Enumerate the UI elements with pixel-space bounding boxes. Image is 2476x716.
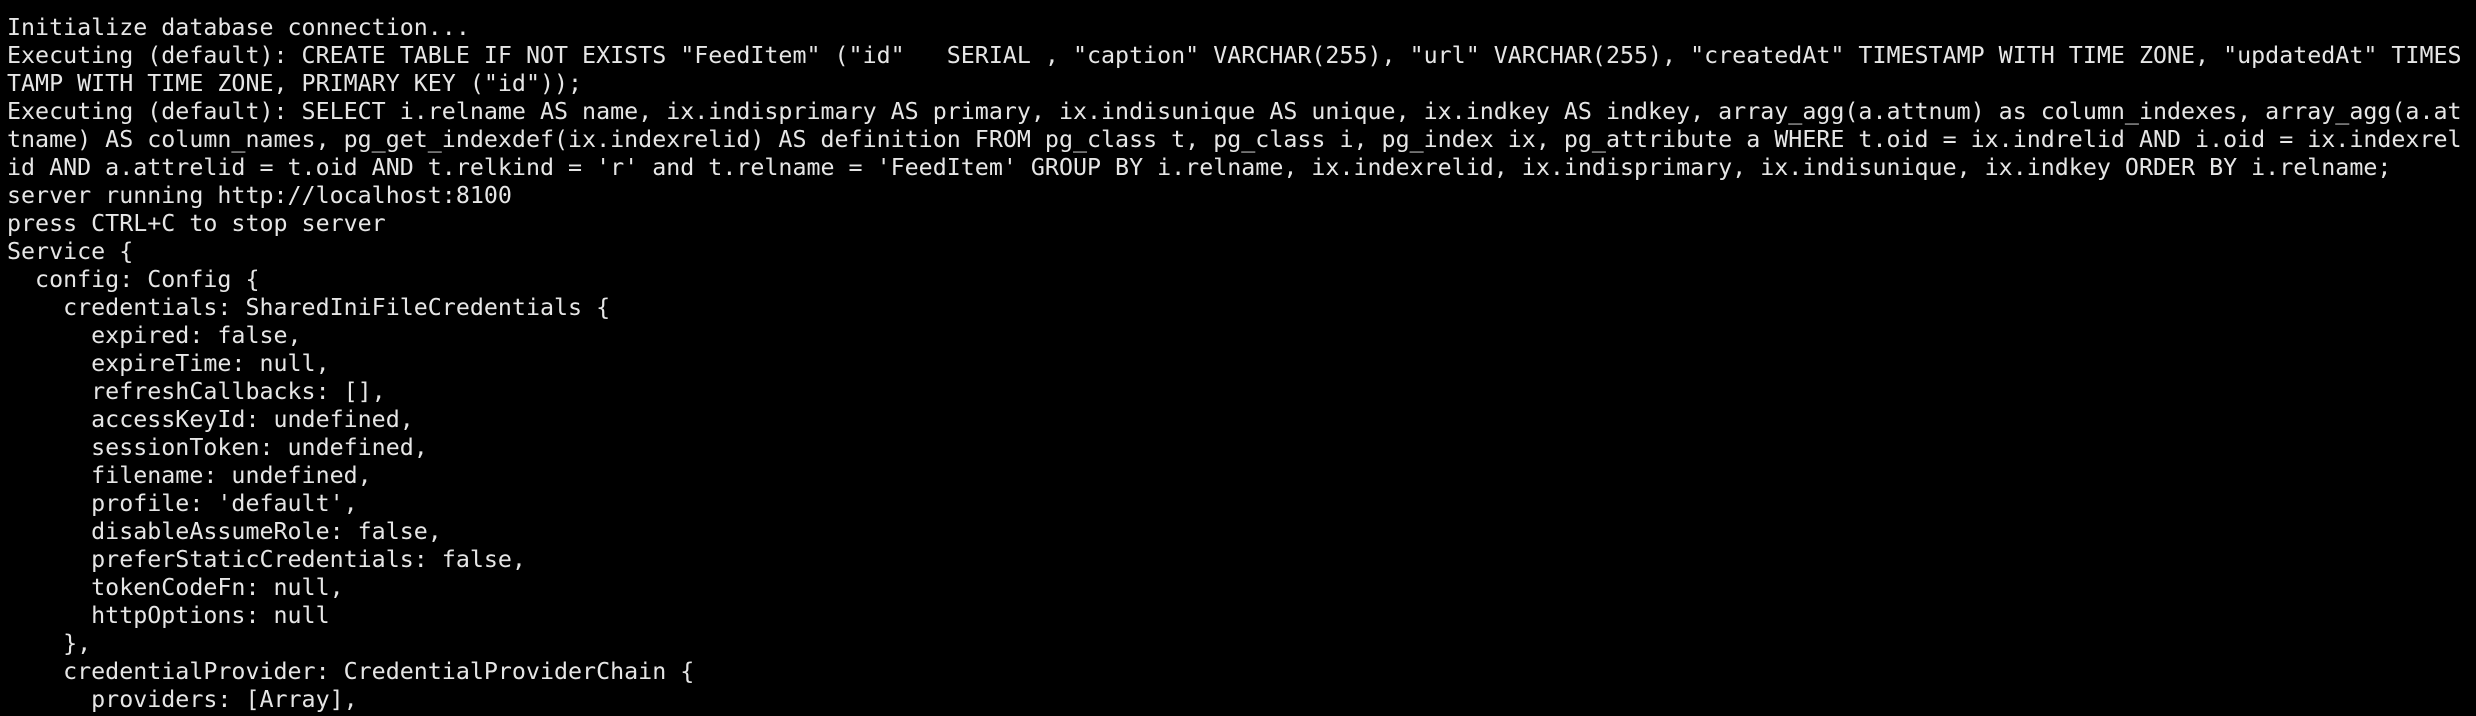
terminal-line: credentials: SharedIniFileCredentials { bbox=[7, 294, 611, 321]
terminal-line: profile: 'default', bbox=[7, 490, 358, 517]
terminal-line: accessKeyId: undefined, bbox=[7, 406, 414, 433]
terminal-line: tname) AS column_names, pg_get_indexdef(… bbox=[7, 126, 2462, 153]
terminal-line: Executing (default): CREATE TABLE IF NOT… bbox=[7, 42, 2462, 69]
terminal-line: refreshCallbacks: [], bbox=[7, 378, 386, 405]
terminal-line: disableAssumeRole: false, bbox=[7, 518, 442, 545]
terminal-line: credentialProvider: CredentialProviderCh… bbox=[7, 658, 695, 685]
terminal-line: expireTime: null, bbox=[7, 350, 330, 377]
terminal-line: expired: false, bbox=[7, 322, 302, 349]
terminal-line: tokenCodeFn: null, bbox=[7, 574, 344, 601]
terminal-line: httpOptions: null bbox=[7, 602, 330, 629]
terminal-line: server running http://localhost:8100 bbox=[7, 182, 512, 209]
terminal-line: Initialize database connection... bbox=[7, 14, 470, 41]
terminal-line: id AND a.attrelid = t.oid AND t.relkind … bbox=[7, 154, 2392, 181]
terminal-output[interactable]: Initialize database connection... Execut… bbox=[0, 0, 2476, 716]
terminal-line: TAMP WITH TIME ZONE, PRIMARY KEY ("id"))… bbox=[7, 70, 583, 97]
terminal-line: Service { bbox=[7, 238, 134, 265]
terminal-line: Executing (default): SELECT i.relname AS… bbox=[7, 98, 2462, 125]
terminal-line: preferStaticCredentials: false, bbox=[7, 546, 526, 573]
terminal-line: config: Config { bbox=[7, 266, 260, 293]
terminal-line: press CTRL+C to stop server bbox=[7, 210, 386, 237]
terminal-line: }, bbox=[7, 630, 92, 657]
terminal-line: providers: [Array], bbox=[7, 686, 358, 713]
terminal-line: sessionToken: undefined, bbox=[7, 434, 428, 461]
terminal-line: filename: undefined, bbox=[7, 462, 372, 489]
